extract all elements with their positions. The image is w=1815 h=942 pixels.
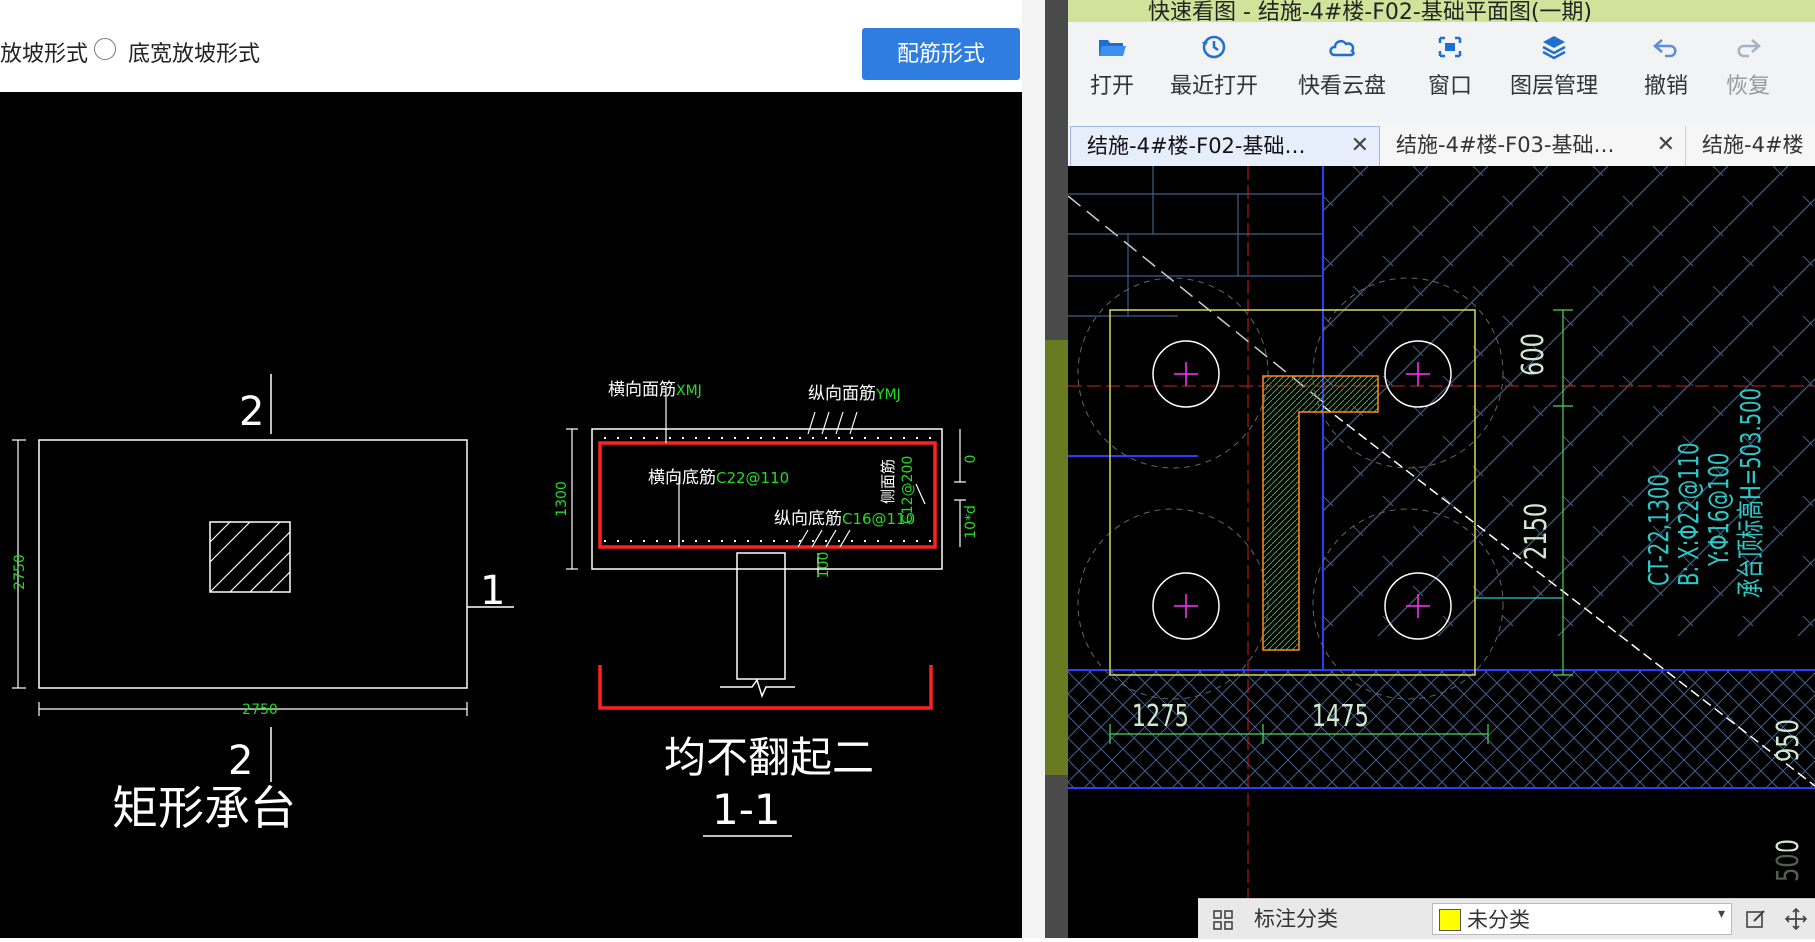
cap-drawing-canvas[interactable]: 2 2 1 2750 2750 矩形承台 横向面筋XMJ 纵向面筋YMJ 横向底… — [0, 92, 1022, 938]
section-mark-side: 1 — [480, 568, 505, 614]
plan-title: 矩形承台 — [112, 781, 296, 835]
plan-drawing-canvas[interactable]: 1275 1475 600 2150 950 500 CT-22,1300 B:… — [1067, 166, 1815, 938]
break-line — [720, 678, 795, 699]
label-longitudinal-top: 纵向面筋YMJ — [808, 384, 901, 404]
close-icon[interactable]: ✕ — [1351, 127, 1369, 165]
cloud-icon — [1329, 39, 1355, 57]
layer-manage-button[interactable]: 图层管理 — [1510, 32, 1598, 100]
column-hatch — [209, 521, 291, 593]
open-button[interactable]: 打开 — [1090, 32, 1134, 100]
viewer-window: 快速看图 - 结施-4#楼-F02-基础平面图(一期) 打开 最近打开 快看云盘… — [1067, 0, 1815, 939]
redo-button[interactable]: 恢复 — [1726, 32, 1770, 100]
left-dialog: 放坡形式 底宽放坡形式 配筋形式 2 2 1 2750 2750 矩形承台 横向… — [0, 0, 1022, 938]
rebar-form-button[interactable]: 配筋形式 — [862, 28, 1020, 80]
section-title: 1-1 — [712, 785, 781, 834]
folder-open-icon — [1099, 40, 1126, 56]
dim-depth-label: 1300 — [554, 481, 570, 517]
radio-label-bottom-width-slope[interactable]: 底宽放坡形式 — [128, 36, 260, 68]
tab-more[interactable]: 结施-4#楼 — [1686, 126, 1815, 166]
redo-icon — [1737, 39, 1761, 58]
window-gap — [1022, 0, 1045, 938]
cap-drawing: 2 2 1 2750 2750 矩形承台 横向面筋XMJ 纵向面筋YMJ 横向底… — [12, 374, 979, 837]
window-button[interactable]: 窗口 — [1428, 32, 1472, 100]
chevron-down-icon: ▾ — [1717, 906, 1725, 922]
options-bar: 放坡形式 底宽放坡形式 配筋形式 — [0, 0, 1022, 92]
layers-icon — [1542, 36, 1566, 60]
section-view — [566, 395, 966, 710]
svg-text:CT-22,1300: CT-22,1300 — [1643, 474, 1675, 586]
close-icon[interactable]: ✕ — [1657, 126, 1675, 164]
foundation-plan: 1275 1475 600 2150 950 500 CT-22,1300 B:… — [1067, 166, 1815, 938]
annotation-category-dropdown[interactable]: 未分类 ▾ — [1432, 903, 1732, 935]
grid-icon[interactable] — [1212, 909, 1234, 931]
annotation-status-bar: 标注分类 未分类 ▾ — [1198, 898, 1815, 939]
dim-2150: 2150 — [1519, 503, 1554, 560]
radio-label-slope: 放坡形式 — [0, 42, 89, 67]
document-tabs: 结施-4#楼-F02-基础… ✕ 结施-4#楼-F03-基础… ✕ 结施-4#楼 — [1068, 122, 1815, 167]
svg-text:Y:Φ16@100: Y:Φ16@100 — [1703, 453, 1735, 567]
plan-view — [12, 374, 514, 782]
dim-height-label: 2750 — [12, 554, 28, 590]
dim-1275: 1275 — [1132, 699, 1189, 734]
dim-bottom-label: 100 — [816, 552, 832, 579]
pier-outline — [736, 552, 786, 680]
edit-icon[interactable] — [1744, 907, 1768, 931]
dim-side-label: 10*d — [963, 505, 979, 539]
cloud-disk-button[interactable]: 快看云盘 — [1298, 32, 1386, 100]
label-transverse-bottom: 横向底筋C22@110 — [648, 468, 789, 488]
dim-top-label: 0 — [963, 455, 979, 464]
dim-950: 950 — [1771, 719, 1806, 762]
undo-icon — [1653, 39, 1677, 58]
category-value: 未分类 — [1467, 908, 1530, 932]
undo-button[interactable]: 撤销 — [1644, 32, 1688, 100]
annotation-category-label: 标注分类 — [1254, 907, 1338, 931]
category-color-swatch — [1439, 909, 1461, 931]
label-transverse-top: 横向面筋XMJ — [608, 380, 702, 400]
radio-bottom-width-slope[interactable] — [94, 38, 116, 60]
svg-text:承台顶标高H=503.500: 承台顶标高H=503.500 — [1735, 388, 1767, 598]
splitter-accent — [1045, 340, 1068, 775]
section-mark-top: 2 — [239, 389, 264, 435]
recent-open-button[interactable]: 最近打开 — [1170, 32, 1258, 100]
dim-width-label: 2750 — [242, 702, 278, 718]
column-section — [209, 521, 291, 593]
history-icon — [1202, 35, 1226, 59]
cap-outline — [38, 439, 468, 689]
dim-1475: 1475 — [1312, 699, 1369, 734]
dim-600: 600 — [1516, 333, 1551, 376]
label-side-rebar: 侧面筋 — [879, 459, 897, 504]
label-side-rebar-value: C12@200 — [900, 456, 916, 524]
svg-text:B: X:Φ22@110: B: X:Φ22@110 — [1673, 442, 1705, 586]
move-icon[interactable] — [1784, 907, 1808, 931]
label-longitudinal-bottom: 纵向底筋C16@110 — [774, 509, 915, 529]
title-bar[interactable]: 快速看图 - 结施-4#楼-F02-基础平面图(一期) — [1068, 0, 1815, 25]
window-icon — [1438, 36, 1462, 58]
section-mark-bottom: 2 — [228, 738, 253, 784]
tab-f02[interactable]: 结施-4#楼-F02-基础… ✕ — [1070, 126, 1380, 166]
tab-f03[interactable]: 结施-4#楼-F03-基础… ✕ — [1380, 126, 1686, 166]
main-toolbar: 打开 最近打开 快看云盘 窗口 图层管理 撤销 恢复 — [1068, 22, 1815, 123]
section-note: 均不翻起二 — [664, 733, 874, 782]
